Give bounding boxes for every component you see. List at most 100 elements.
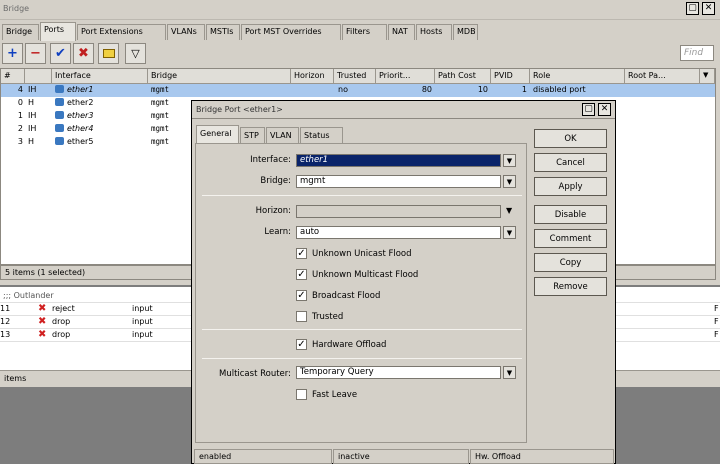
cancel-button[interactable]: Cancel (534, 153, 607, 172)
col-interface[interactable]: Interface (52, 69, 148, 84)
learn-select[interactable]: auto (296, 226, 501, 239)
row-interface: ether5 (55, 137, 93, 146)
bridge-dropdown-icon[interactable]: ▼ (503, 175, 516, 188)
trusted-label: Trusted (312, 312, 344, 322)
rule-number: 12 (0, 317, 11, 326)
tab-general[interactable]: General (196, 125, 239, 144)
ok-button[interactable]: OK (534, 129, 607, 148)
disable-x-icon[interactable]: ✖ (73, 43, 94, 64)
status-hw-offload: Hw. Offload (470, 449, 614, 464)
status-inactive: inactive (333, 449, 469, 464)
horizon-expand-icon[interactable]: ▼ (506, 206, 512, 215)
comment-button[interactable]: Comment (534, 229, 607, 248)
interface-select[interactable]: ether1 (296, 154, 501, 167)
close-icon[interactable]: ✕ (702, 2, 715, 15)
interface-icon (55, 137, 64, 145)
row-number: 1 (17, 111, 23, 120)
col-pvid[interactable]: PVID (491, 69, 530, 84)
rule-chain: input (132, 317, 153, 326)
row-flags: IH (28, 124, 37, 133)
row-interface: ether3 (55, 111, 93, 120)
col-path-cost[interactable]: Path Cost (435, 69, 491, 84)
divider (202, 195, 522, 196)
row-number: 0 (17, 98, 23, 107)
unknown-multicast-flood-label: Unknown Multicast Flood (312, 270, 419, 280)
col-priority[interactable]: Priorit... (376, 69, 435, 84)
col-bridge[interactable]: Bridge (148, 69, 291, 84)
multicast-router-select[interactable]: Temporary Query (296, 366, 501, 379)
unknown-unicast-flood-label: Unknown Unicast Flood (312, 249, 412, 259)
col-flags[interactable] (25, 69, 52, 84)
bridge-select[interactable]: mgmt (296, 175, 501, 188)
broadcast-flood-checkbox[interactable]: ✓ (296, 290, 307, 301)
tab-vlan[interactable]: VLAN (266, 127, 299, 143)
row-flags: H (28, 98, 35, 107)
tab-nat[interactable]: NAT (388, 24, 415, 40)
tab-stp[interactable]: STP (240, 127, 265, 143)
table-row[interactable]: 4 IH ether1 mgmt no 80 10 1 disabled por… (1, 84, 715, 97)
row-bridge: mgmt (151, 137, 170, 146)
row-number: 3 (17, 137, 23, 146)
remove-icon[interactable]: − (25, 43, 46, 64)
maximize-icon[interactable]: ▢ (582, 103, 595, 116)
fast-leave-checkbox[interactable] (296, 389, 307, 400)
add-icon[interactable]: + (2, 43, 23, 64)
tab-filters[interactable]: Filters (342, 24, 387, 40)
maximize-icon[interactable]: ▢ (686, 2, 699, 15)
trusted-checkbox[interactable] (296, 311, 307, 322)
close-icon[interactable]: ✕ (598, 103, 611, 116)
unknown-multicast-flood-checkbox[interactable]: ✓ (296, 269, 307, 280)
row-number: 2 (17, 124, 23, 133)
multicast-router-label: Multicast Router: (218, 369, 291, 379)
find-input[interactable]: Find (680, 45, 714, 61)
unknown-unicast-flood-checkbox[interactable]: ✓ (296, 248, 307, 259)
bridge-port-dialog: Bridge Port <ether1> ▢ ✕ General STP VLA… (191, 100, 616, 464)
tab-ports[interactable]: Ports (40, 22, 76, 41)
horizon-label: Horizon: (255, 206, 291, 216)
status-enabled: enabled (194, 449, 332, 464)
comment-icon[interactable] (98, 43, 119, 64)
col-role[interactable]: Role (530, 69, 625, 84)
bridge-label: Bridge: (260, 176, 291, 186)
learn-dropdown-icon[interactable]: ▼ (503, 226, 516, 239)
tab-vlans[interactable]: VLANs (167, 24, 205, 40)
reject-icon: ✖ (38, 304, 47, 314)
disable-button[interactable]: Disable (534, 205, 607, 224)
copy-button[interactable]: Copy (534, 253, 607, 272)
row-flags: IH (28, 85, 37, 94)
tab-mdb[interactable]: MDB (453, 24, 478, 40)
row-bridge: mgmt (151, 124, 170, 133)
tab-port-mst-overrides[interactable]: Port MST Overrides (241, 24, 341, 40)
row-interface: ether1 (55, 85, 93, 94)
fast-leave-label: Fast Leave (312, 390, 358, 400)
col-root-path-cost[interactable]: Root Pa... (625, 69, 700, 84)
horizon-input[interactable] (296, 205, 501, 218)
remove-button[interactable]: Remove (534, 277, 607, 296)
interface-icon (55, 85, 64, 93)
broadcast-flood-label: Broadcast Flood (312, 291, 381, 301)
column-menu-icon[interactable]: ▼ (700, 69, 715, 84)
tab-bridge[interactable]: Bridge (2, 24, 39, 40)
col-horizon[interactable]: Horizon (291, 69, 334, 84)
row-priority: 80 (421, 85, 432, 94)
rule-number: 11 (0, 304, 11, 313)
row-flags: H (28, 137, 35, 146)
multicast-router-dropdown-icon[interactable]: ▼ (503, 366, 516, 379)
hardware-offload-checkbox[interactable]: ✓ (296, 339, 307, 350)
tab-mstis[interactable]: MSTIs (206, 24, 240, 40)
tab-hosts[interactable]: Hosts (416, 24, 452, 40)
interface-icon (55, 111, 64, 119)
hardware-offload-label: Hardware Offload (312, 340, 387, 350)
apply-button[interactable]: Apply (534, 177, 607, 196)
enable-check-icon[interactable]: ✔ (50, 43, 71, 64)
row-interface: ether2 (55, 98, 93, 107)
rule-action: ✖ drop (38, 317, 71, 327)
learn-label: Learn: (264, 227, 291, 237)
col-trusted[interactable]: Trusted (334, 69, 376, 84)
tab-status[interactable]: Status (300, 127, 343, 143)
interface-dropdown-icon[interactable]: ▼ (503, 154, 516, 167)
filter-icon[interactable]: ▽ (125, 43, 146, 64)
bridge-tabs: Bridge Ports Port Extensions VLANs MSTIs… (0, 22, 720, 41)
col-number[interactable]: # (1, 69, 25, 84)
tab-port-extensions[interactable]: Port Extensions (77, 24, 166, 40)
